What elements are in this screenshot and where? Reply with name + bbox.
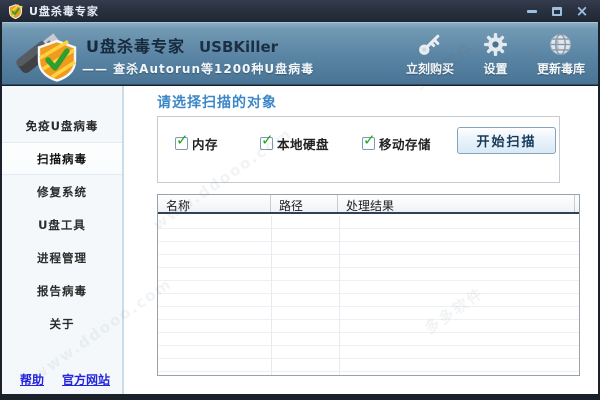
- help-link[interactable]: 帮助: [20, 371, 44, 388]
- main-panel: 请选择扫描的对象 ✓ 内存 ✓ 本地硬盘 ✓ 移动存储 开始扫描 名称 路径 处…: [126, 86, 598, 394]
- update-db-button[interactable]: 更新毒库: [537, 32, 585, 77]
- header-subtitle: —— 查杀Autorun等1200种U盘病毒: [82, 62, 315, 76]
- results-table: 名称 路径 处理结果: [157, 194, 580, 376]
- memory-checkbox[interactable]: ✓: [175, 133, 189, 150]
- buy-now-label: 立刻购买: [405, 62, 454, 76]
- table-column-divider: [339, 216, 340, 375]
- header-buttons: 立刻购买 设置 更新毒库: [406, 32, 585, 77]
- results-table-body: [158, 216, 579, 375]
- header-title: U盘杀毒专家 USBKiller: [86, 33, 278, 57]
- sidebar-item-immunize[interactable]: 免疫U盘病毒: [2, 109, 122, 142]
- results-table-header: 名称 路径 处理结果: [158, 195, 579, 214]
- app-title-en: USBKiller: [199, 38, 279, 56]
- sidebar-item-about[interactable]: 关于: [2, 307, 122, 340]
- buy-now-button[interactable]: 立刻购买: [406, 32, 454, 77]
- window-controls: ×: [526, 4, 592, 19]
- gear-icon: [484, 33, 507, 56]
- start-scan-button[interactable]: 开始扫描: [457, 127, 556, 154]
- sidebar-item-report-virus[interactable]: 报告病毒: [2, 274, 122, 307]
- memory-label: 内存: [192, 137, 219, 152]
- usb-shield-logo-icon: [16, 33, 77, 82]
- check-icon: ✓: [176, 131, 189, 149]
- close-button[interactable]: ×: [576, 4, 589, 19]
- sidebar-item-scan-virus[interactable]: 扫描病毒: [2, 142, 122, 175]
- official-site-link[interactable]: 官方网站: [62, 371, 110, 388]
- settings-label: 设置: [483, 62, 508, 76]
- sidebar-item-process-manager[interactable]: 进程管理: [2, 241, 122, 274]
- column-header-spacer: [575, 195, 579, 212]
- column-header-name[interactable]: 名称: [158, 195, 271, 212]
- sidebar-item-repair-system[interactable]: 修复系统: [2, 175, 122, 208]
- key-icon: [419, 34, 440, 55]
- settings-button[interactable]: 设置: [483, 32, 508, 77]
- scan-option-removable: ✓ 移动存储: [362, 133, 432, 153]
- sidebar: 免疫U盘病毒 扫描病毒 修复系统 U盘工具 进程管理 报告病毒 关于 帮助 官方…: [2, 86, 124, 394]
- minimize-button[interactable]: [526, 5, 538, 17]
- sidebar-item-usb-tools[interactable]: U盘工具: [2, 208, 122, 241]
- scan-option-memory: ✓ 内存: [175, 133, 219, 153]
- maximize-button[interactable]: [551, 5, 563, 17]
- removable-label: 移动存储: [379, 137, 432, 152]
- check-icon: ✓: [363, 131, 376, 149]
- removable-checkbox[interactable]: ✓: [362, 133, 376, 150]
- header: U盘杀毒专家 USBKiller —— 查杀Autorun等1200种U盘病毒 …: [2, 22, 598, 85]
- app-title-cn: U盘杀毒专家: [86, 37, 185, 56]
- sidebar-footer: 帮助 官方网站: [2, 371, 122, 388]
- app-shield-icon: [8, 3, 23, 19]
- column-header-path[interactable]: 路径: [271, 195, 338, 212]
- scan-option-local-disk: ✓ 本地硬盘: [260, 133, 330, 153]
- window-title: U盘杀毒专家: [29, 5, 99, 18]
- column-header-result[interactable]: 处理结果: [338, 195, 575, 212]
- table-column-divider: [271, 216, 272, 375]
- check-icon: ✓: [261, 131, 274, 149]
- scan-target-heading: 请选择扫描的对象: [157, 95, 277, 111]
- globe-icon: [550, 33, 572, 56]
- scan-options-box: ✓ 内存 ✓ 本地硬盘 ✓ 移动存储 开始扫描: [157, 116, 560, 183]
- titlebar: U盘杀毒专家 ×: [0, 0, 600, 22]
- local-disk-checkbox[interactable]: ✓: [260, 133, 274, 150]
- app-window: U盘杀毒专家 × U盘杀毒专家 USBKiller —— 查杀Autorun等1…: [0, 0, 600, 400]
- local-disk-label: 本地硬盘: [277, 137, 330, 152]
- update-db-label: 更新毒库: [536, 62, 585, 76]
- body: 免疫U盘病毒 扫描病毒 修复系统 U盘工具 进程管理 报告病毒 关于 帮助 官方…: [2, 86, 598, 394]
